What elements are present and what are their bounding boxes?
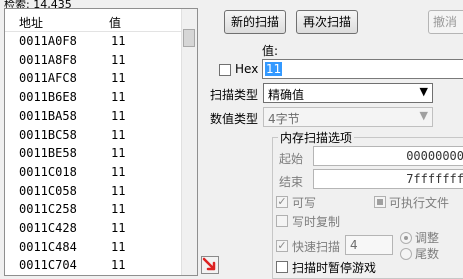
- row-address: 0011BC58: [19, 127, 77, 142]
- start-address-value: 00000000: [406, 149, 463, 163]
- row-value: 11: [111, 71, 126, 86]
- last-digits-radio[interactable]: [400, 248, 412, 260]
- copy-on-write-checkbox[interactable]: [276, 215, 288, 227]
- indeterminate-icon: [377, 199, 383, 205]
- start-address-input[interactable]: 00000000: [313, 146, 463, 166]
- writable-checkbox[interactable]: ✓: [276, 196, 288, 208]
- table-row[interactable]: 0011AFC8 11: [5, 69, 183, 87]
- checkmark-icon: ✓: [277, 239, 287, 252]
- row-value: 11: [111, 90, 126, 105]
- stop-label: 结束: [279, 175, 304, 189]
- table-row[interactable]: 0011BC58 11: [5, 126, 183, 144]
- col-address-header[interactable]: 地址: [19, 14, 43, 31]
- add-to-list-button[interactable]: [201, 256, 219, 274]
- chevron-down-icon: ▼: [419, 109, 428, 122]
- row-address: 0011C258: [19, 202, 77, 217]
- row-address: 0011C058: [19, 183, 77, 198]
- executable-label: 可执行文件: [389, 196, 450, 210]
- table-row[interactable]: 0011BE58 11: [5, 144, 183, 162]
- copy-on-write-label: 写时复制: [292, 215, 341, 229]
- row-value: 11: [111, 258, 126, 273]
- row-value: 11: [111, 34, 126, 48]
- row-value: 11: [111, 183, 126, 198]
- scan-type-value: 精确值: [268, 88, 305, 102]
- last-digits-label: 尾数: [415, 247, 440, 261]
- chevron-down-icon: ▼: [419, 85, 428, 98]
- start-label: 起始: [279, 152, 304, 166]
- table-row[interactable]: 0011C428 11: [5, 219, 183, 237]
- list-header: 地址 值: [5, 9, 183, 32]
- results-list[interactable]: 地址 值 0011A0F8 11 0011A8F8 11 0011AFC8 11 0011B…: [4, 8, 198, 276]
- row-address: 0011C704: [19, 258, 77, 273]
- row-address: 0011A0F8: [19, 34, 77, 48]
- row-address: 0011A8F8: [19, 52, 77, 67]
- row-value: 11: [111, 108, 126, 123]
- table-row[interactable]: 0011BA58 11: [5, 107, 183, 125]
- hex-checkbox[interactable]: [219, 64, 231, 76]
- fast-scan-label: 快速扫描: [292, 240, 341, 254]
- writable-label: 可写: [292, 196, 317, 210]
- table-row[interactable]: 0011C058 11: [5, 182, 183, 200]
- row-value: 11: [111, 52, 126, 67]
- value-type-value: 4字节: [268, 112, 300, 126]
- next-scan-button[interactable]: 再次扫描: [296, 10, 358, 34]
- table-row[interactable]: 0011C484 11: [5, 238, 183, 256]
- col-value-header[interactable]: 值: [109, 14, 121, 31]
- scan-type-label: 扫描类型: [210, 88, 259, 102]
- undo-scan-button[interactable]: 撤消: [428, 10, 463, 34]
- row-value: 11: [111, 146, 126, 161]
- table-row[interactable]: 0011C018 11: [5, 163, 183, 181]
- row-value: 11: [111, 239, 126, 254]
- row-value: 11: [111, 221, 126, 235]
- value-type-select[interactable]: 4字节 ▼: [263, 107, 433, 127]
- value-input[interactable]: 11: [262, 59, 463, 79]
- new-scan-button[interactable]: 新的扫描: [224, 10, 286, 34]
- table-row[interactable]: 0011B6E8 11: [5, 88, 183, 106]
- value-input-text: 11: [265, 62, 283, 76]
- row-address: 0011BA58: [19, 108, 77, 123]
- row-value: 11: [111, 202, 126, 217]
- table-row[interactable]: 0011C704 11: [5, 256, 183, 274]
- fast-scan-input[interactable]: 4: [345, 235, 393, 255]
- fast-scan-value: 4: [350, 238, 358, 252]
- pause-game-label: 扫描时暂停游戏: [292, 261, 377, 275]
- row-value: 11: [111, 127, 126, 142]
- row-address: 0011B6E8: [19, 90, 77, 105]
- value-label: 值:: [262, 44, 279, 58]
- scan-type-select[interactable]: 精确值 ▼: [263, 83, 433, 103]
- radio-dot: [404, 236, 408, 240]
- scrollbar-thumb[interactable]: [183, 29, 195, 47]
- table-row[interactable]: 0011C258 11: [5, 200, 183, 218]
- row-address: 0011C484: [19, 239, 77, 254]
- row-address: 0011BE58: [19, 146, 77, 161]
- red-arrow-icon: [202, 257, 216, 271]
- row-value: 11: [111, 164, 126, 179]
- executable-checkbox[interactable]: [374, 196, 386, 208]
- alignment-label: 调整: [415, 231, 440, 245]
- checkmark-icon: ✓: [277, 195, 287, 208]
- memory-options-title: 内存扫描选项: [278, 129, 355, 146]
- hex-label: Hex: [235, 62, 259, 76]
- row-address: 0011C428: [19, 221, 77, 235]
- alignment-radio[interactable]: [400, 232, 412, 244]
- list-scrollbar[interactable]: [181, 9, 197, 275]
- value-type-label: 数值类型: [210, 112, 259, 126]
- row-address: 0011AFC8: [19, 71, 77, 86]
- row-address: 0011C018: [19, 164, 77, 179]
- stop-address-input[interactable]: 7fffffff: [313, 169, 463, 189]
- table-row[interactable]: 0011A0F8 11: [5, 32, 183, 50]
- stop-address-value: 7fffffff: [406, 172, 463, 186]
- table-row[interactable]: 0011A8F8 11: [5, 51, 183, 69]
- fast-scan-checkbox[interactable]: ✓: [276, 240, 288, 252]
- pause-game-checkbox[interactable]: [276, 261, 288, 273]
